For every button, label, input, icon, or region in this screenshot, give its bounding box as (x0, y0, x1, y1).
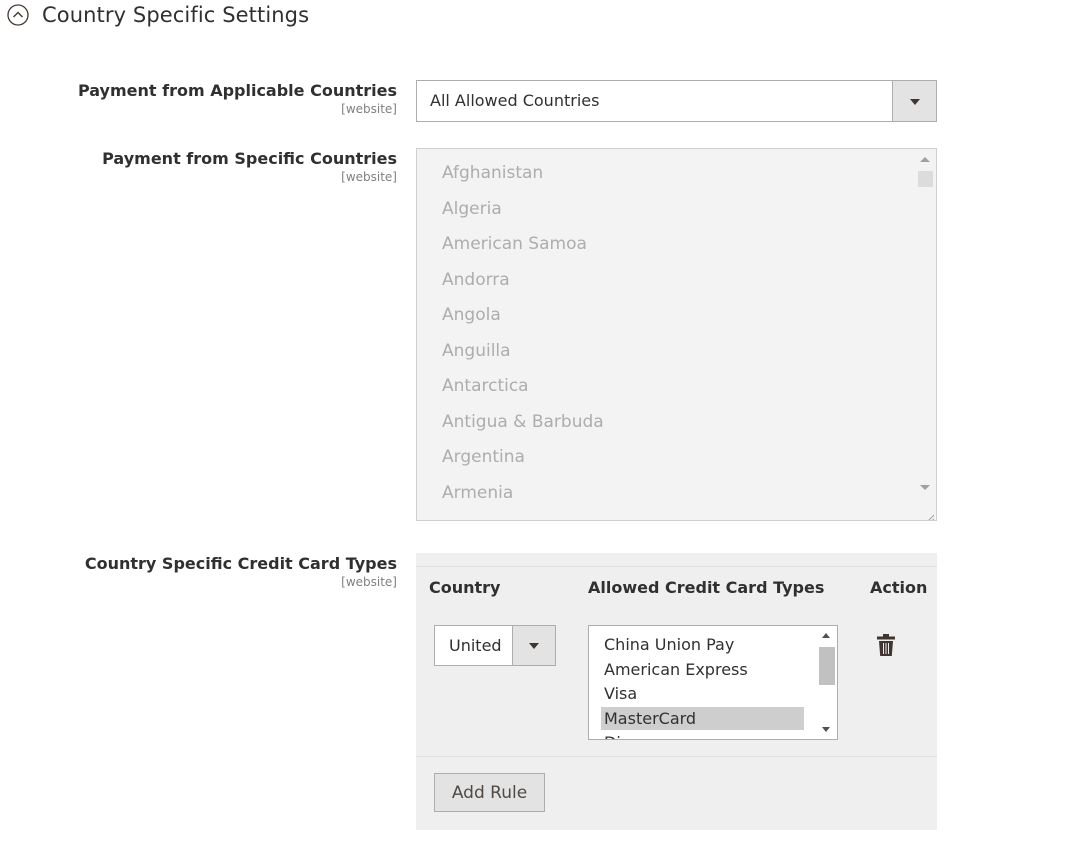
applicable-countries-value: All Allowed Countries (430, 91, 600, 110)
applicable-countries-select[interactable]: All Allowed Countries (416, 80, 937, 122)
cc-option[interactable]: Visa (601, 682, 804, 705)
scroll-down-icon[interactable] (822, 727, 830, 732)
country-option[interactable]: Andorra (442, 270, 510, 290)
country-option[interactable]: American Samoa (442, 234, 587, 254)
cc-types-label-group: Country Specific Credit Card Types [webs… (85, 553, 397, 590)
specific-countries-label: Payment from Specific Countries (102, 149, 397, 168)
resize-grip-icon[interactable] (924, 508, 935, 520)
chevron-down-icon[interactable] (892, 81, 936, 121)
header-action: Action (870, 578, 928, 597)
trash-icon[interactable] (876, 633, 896, 657)
cc-option[interactable]: China Union Pay (601, 633, 804, 656)
country-option[interactable]: Algeria (442, 199, 502, 219)
scrollbar-thumb[interactable] (918, 171, 933, 187)
country-option[interactable]: Armenia (442, 483, 513, 503)
cc-option-selected[interactable]: MasterCard (601, 707, 804, 730)
page: Country Specific Settings Payment from A… (0, 0, 1091, 843)
applicable-countries-label: Payment from Applicable Countries (77, 81, 397, 100)
country-option[interactable]: Antigua & Barbuda (442, 412, 604, 432)
country-option[interactable]: Anguilla (442, 341, 511, 361)
rule-country-value: United (449, 636, 502, 655)
scroll-up-icon[interactable] (920, 157, 930, 162)
cc-types-scope: [website] (341, 575, 397, 589)
country-option[interactable]: Afghanistan (442, 163, 543, 183)
specific-countries-label-group: Payment from Specific Countries [website… (102, 148, 397, 185)
scrollbar-thumb[interactable] (819, 647, 835, 685)
scrollbar[interactable] (915, 149, 936, 520)
cc-option[interactable]: American Express (601, 658, 804, 681)
section-header[interactable]: Country Specific Settings (7, 3, 309, 27)
country-option[interactable]: Angola (442, 305, 501, 325)
cc-option[interactable]: Di (601, 731, 804, 739)
scroll-up-icon[interactable] (822, 633, 830, 638)
chevron-up-circle-icon[interactable] (7, 4, 29, 26)
chevron-down-icon[interactable] (512, 626, 555, 665)
applicable-countries-scope: [website] (341, 102, 397, 116)
country-option[interactable]: Antarctica (442, 376, 529, 396)
cc-table-header: Country Allowed Credit Card Types Action (416, 566, 937, 610)
cc-rules-table: Country Allowed Credit Card Types Action… (416, 553, 937, 830)
scroll-down-icon[interactable] (920, 485, 930, 490)
header-allowed-cc-types: Allowed Credit Card Types (588, 578, 825, 597)
add-rule-button[interactable]: Add Rule (434, 773, 545, 812)
specific-countries-multiselect[interactable]: Afghanistan Algeria American Samoa Andor… (416, 148, 937, 521)
table-row: United China Union Pay American Express … (416, 609, 937, 757)
scrollbar[interactable] (817, 626, 837, 739)
header-country: Country (429, 578, 501, 597)
country-option[interactable]: Argentina (442, 447, 525, 467)
rule-country-select[interactable]: United (434, 625, 556, 666)
cc-types-label: Country Specific Credit Card Types (84, 554, 397, 573)
cc-types-multiselect[interactable]: China Union Pay American Express Visa Ma… (588, 625, 838, 740)
section-title: Country Specific Settings (42, 3, 310, 27)
applicable-countries-label-group: Payment from Applicable Countries [websi… (78, 80, 397, 117)
specific-countries-scope: [website] (341, 170, 397, 184)
